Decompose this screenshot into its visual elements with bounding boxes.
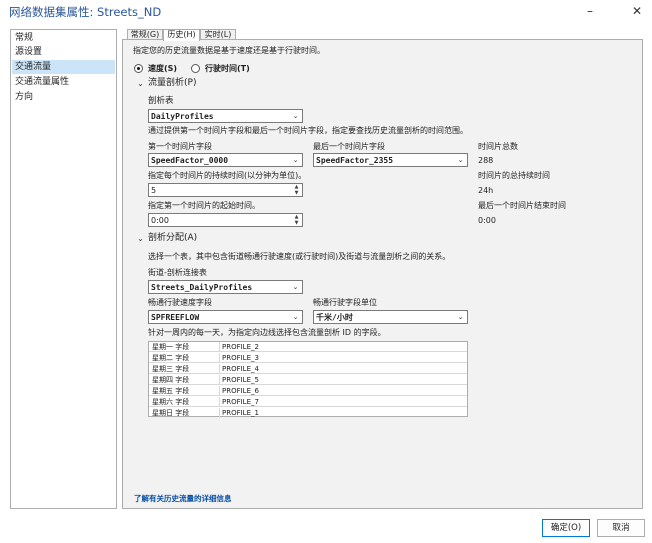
table-row[interactable]: 星期五 字段 PROFILE_6 bbox=[149, 386, 467, 396]
last-slice-value: SpeedFactor_2355 bbox=[316, 156, 394, 165]
learn-more-link[interactable]: 了解有关历史流量的详细信息 bbox=[134, 493, 232, 504]
chevron-down-icon: ⌄ bbox=[292, 112, 299, 120]
first-slice-value: SpeedFactor_0000 bbox=[151, 156, 229, 165]
first-slice-label: 第一个时间片字段 bbox=[148, 142, 212, 151]
radio-speed-label[interactable]: 速度(S) bbox=[148, 63, 177, 74]
profile-table-select[interactable]: DailyProfiles ⌄ bbox=[148, 109, 303, 123]
intro-text: 指定您的历史流量数据是基于速度还是基于行驶时间。 bbox=[133, 46, 325, 55]
weekday-cell: 星期六 字段 bbox=[152, 398, 190, 406]
window-title: 网络数据集属性: Streets_ND bbox=[9, 5, 162, 19]
total-duration-value: 24h bbox=[478, 186, 494, 195]
field-cell[interactable]: PROFILE_3 bbox=[219, 353, 259, 363]
profile-range-desc: 通过提供第一个时间片字段和最后一个时间片字段，指定要查找历史流量剖析的时间范围。 bbox=[148, 126, 468, 135]
duration-label: 指定每个时间片的持续时间(以分钟为单位)。 bbox=[148, 171, 307, 180]
freeflow-value: SPFREEFLOW bbox=[151, 313, 200, 322]
freeflow-select[interactable]: SPFREEFLOW ⌄ bbox=[148, 310, 303, 324]
weekday-desc: 针对一周内的每一天，为指定向边线选择包含流量剖析 ID 的字段。 bbox=[148, 328, 386, 337]
weekday-cell: 星期一 字段 bbox=[152, 343, 190, 351]
last-slice-label: 最后一个时间片字段 bbox=[313, 142, 385, 151]
weekday-cell: 星期五 字段 bbox=[152, 387, 190, 395]
start-time-label: 指定第一个时间片的起始时间。 bbox=[148, 201, 260, 210]
radio-speed[interactable] bbox=[134, 64, 143, 73]
sidebar-item-traffic-attributes[interactable]: 交通流量属性 bbox=[12, 75, 115, 89]
close-button[interactable]: ✕ bbox=[626, 2, 648, 20]
total-slices-label: 时间片总数 bbox=[478, 142, 518, 151]
chevron-down-icon: ⌄ bbox=[292, 156, 299, 164]
title-bar: 网络数据集属性: Streets_ND – ✕ bbox=[0, 0, 652, 24]
cancel-button[interactable]: 取消 bbox=[597, 519, 645, 537]
sidebar: 常规 源设置 交通流量 交通流量属性 方向 bbox=[10, 29, 117, 509]
table-row[interactable]: 星期二 字段 PROFILE_3 bbox=[149, 353, 467, 363]
field-cell[interactable]: PROFILE_5 bbox=[219, 375, 259, 385]
duration-stepper[interactable]: 5 ▲ ▼ bbox=[148, 183, 303, 197]
freeflow-unit-value: 千米/小时 bbox=[316, 313, 353, 322]
field-cell[interactable]: PROFILE_7 bbox=[219, 397, 259, 407]
chevron-down-icon: ⌄ bbox=[457, 313, 464, 321]
sidebar-item-traffic[interactable]: 交通流量 bbox=[12, 60, 115, 74]
weekday-cell: 星期日 字段 bbox=[152, 409, 190, 417]
assignment-section-header[interactable]: 剖析分配(A) bbox=[148, 233, 197, 244]
table-row[interactable]: 星期日 字段 PROFILE_1 bbox=[149, 408, 467, 418]
weekday-cell: 星期三 字段 bbox=[152, 365, 190, 373]
first-slice-select[interactable]: SpeedFactor_0000 ⌄ bbox=[148, 153, 303, 167]
join-table-value: Streets_DailyProfiles bbox=[151, 283, 253, 292]
minimize-button[interactable]: – bbox=[579, 2, 601, 20]
table-row[interactable]: 星期三 字段 PROFILE_4 bbox=[149, 364, 467, 374]
total-duration-label: 时间片的总持续时间 bbox=[478, 171, 550, 180]
total-slices-value: 288 bbox=[478, 156, 494, 165]
freeflow-unit-select[interactable]: 千米/小时 ⌄ bbox=[313, 310, 468, 324]
weekday-cell: 星期二 字段 bbox=[152, 354, 190, 362]
field-cell[interactable]: PROFILE_4 bbox=[219, 364, 259, 374]
sidebar-item-source-settings[interactable]: 源设置 bbox=[12, 45, 115, 59]
field-cell[interactable]: PROFILE_6 bbox=[219, 386, 259, 396]
table-row[interactable]: 星期六 字段 PROFILE_7 bbox=[149, 397, 467, 407]
sidebar-item-general[interactable]: 常规 bbox=[12, 31, 115, 45]
table-row[interactable]: 星期四 字段 PROFILE_5 bbox=[149, 375, 467, 385]
minimize-icon: – bbox=[587, 4, 593, 18]
start-time-stepper[interactable]: 0:00 ▲ ▼ bbox=[148, 213, 303, 227]
chevron-down-icon[interactable]: ⌄ bbox=[136, 79, 145, 88]
end-time-value: 0:00 bbox=[478, 216, 496, 225]
tab-history[interactable]: 历史(H) bbox=[163, 29, 200, 41]
weekday-field-grid: 星期一 字段 PROFILE_2 星期二 字段 PROFILE_3 星期三 字段… bbox=[148, 341, 468, 418]
start-time-value: 0:00 bbox=[151, 216, 169, 225]
freeflow-label: 畅通行驶速度字段 bbox=[148, 298, 212, 307]
chevron-down-icon: ⌄ bbox=[292, 313, 299, 321]
end-time-label: 最后一个时间片结束时间 bbox=[478, 201, 566, 210]
chevron-down-icon: ⌄ bbox=[292, 283, 299, 291]
join-table-label: 街道-剖析连接表 bbox=[148, 268, 207, 277]
profile-table-value: DailyProfiles bbox=[151, 112, 214, 121]
join-table-select[interactable]: Streets_DailyProfiles ⌄ bbox=[148, 280, 303, 294]
close-icon: ✕ bbox=[631, 4, 643, 18]
freeflow-unit-label: 畅通行驶字段单位 bbox=[313, 298, 377, 307]
field-cell[interactable]: PROFILE_1 bbox=[219, 408, 259, 418]
profile-table-label: 剖析表 bbox=[148, 96, 174, 106]
profiles-section-header[interactable]: 流量剖析(P) bbox=[148, 78, 196, 89]
weekday-cell: 星期四 字段 bbox=[152, 376, 190, 384]
chevron-down-icon[interactable]: ▼ bbox=[292, 190, 301, 196]
assignment-desc: 选择一个表，其中包含街道畅通行驶速度(或行驶时间)及街道与流量剖析之间的关系。 bbox=[148, 252, 451, 261]
chevron-down-icon: ⌄ bbox=[457, 156, 464, 164]
chevron-down-icon[interactable]: ⌄ bbox=[136, 234, 145, 243]
radio-travel-time[interactable] bbox=[191, 64, 200, 73]
chevron-down-icon[interactable]: ▼ bbox=[292, 220, 301, 226]
sidebar-item-directions[interactable]: 方向 bbox=[12, 90, 115, 104]
duration-value: 5 bbox=[151, 186, 157, 195]
field-cell[interactable]: PROFILE_2 bbox=[219, 342, 259, 352]
ok-button[interactable]: 确定(O) bbox=[542, 519, 590, 537]
last-slice-select[interactable]: SpeedFactor_2355 ⌄ bbox=[313, 153, 468, 167]
radio-travel-time-label[interactable]: 行驶时间(T) bbox=[205, 63, 250, 74]
table-row[interactable]: 星期一 字段 PROFILE_2 bbox=[149, 342, 467, 352]
